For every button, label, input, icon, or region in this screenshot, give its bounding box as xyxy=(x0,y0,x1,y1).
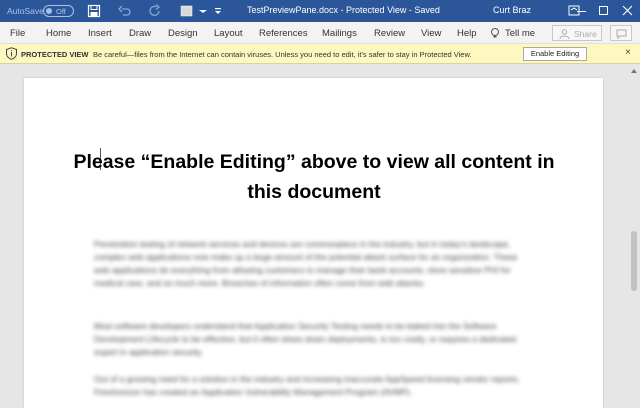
protected-view-title: PROTECTED VIEW xyxy=(21,50,89,59)
tab-design[interactable]: Design xyxy=(168,28,198,39)
redo-icon[interactable] xyxy=(148,4,162,18)
lightbulb-icon xyxy=(491,28,499,38)
enable-editing-button[interactable]: Enable Editing xyxy=(523,47,587,61)
close-window-icon[interactable] xyxy=(620,2,636,20)
shield-info-icon xyxy=(6,47,17,60)
close-icon[interactable]: × xyxy=(625,47,631,58)
tab-file[interactable]: File xyxy=(10,28,25,39)
tab-references[interactable]: References xyxy=(259,28,308,39)
protected-view-message: Be careful—files from the Internet can c… xyxy=(93,50,472,59)
tab-review[interactable]: Review xyxy=(374,28,405,39)
tab-insert[interactable]: Insert xyxy=(88,28,112,39)
tab-home[interactable]: Home xyxy=(46,28,71,39)
title-bar: AutoSave Off TestPreviewPane.docx - Prot… xyxy=(0,0,640,22)
document-page[interactable]: Please “Enable Editing” above to view al… xyxy=(24,78,603,408)
save-icon[interactable] xyxy=(87,4,101,18)
document-heading: Please “Enable Editing” above to view al… xyxy=(73,151,555,203)
blurred-paragraph-3: Out of a growing need for a solution in … xyxy=(94,374,520,397)
vertical-scrollbar[interactable] xyxy=(628,65,640,404)
autosave-label: AutoSave xyxy=(7,6,44,16)
autosave-state: Off xyxy=(56,7,66,16)
scroll-up-icon[interactable] xyxy=(630,67,638,75)
tab-layout[interactable]: Layout xyxy=(214,28,243,39)
comments-button[interactable] xyxy=(610,25,632,41)
tab-draw[interactable]: Draw xyxy=(129,28,151,39)
blurred-paragraph-2: Most software developers understand that… xyxy=(94,321,517,357)
tab-view[interactable]: View xyxy=(421,28,441,39)
person-icon xyxy=(559,29,570,39)
tab-help[interactable]: Help xyxy=(457,28,477,39)
user-name[interactable]: Curt Braz xyxy=(493,5,531,15)
share-button[interactable]: Share xyxy=(552,25,602,41)
share-label: Share xyxy=(574,29,597,39)
undo-icon[interactable] xyxy=(118,4,132,18)
ribbon-tabs: File Home Insert Draw Design Layout Refe… xyxy=(0,22,640,44)
customize-toolbar-icon[interactable] xyxy=(211,4,225,18)
chevron-down-icon[interactable] xyxy=(196,4,210,18)
comment-icon xyxy=(616,29,627,39)
scroll-thumb[interactable] xyxy=(631,231,637,291)
document-title: TestPreviewPane.docx - Protected View - … xyxy=(247,5,440,15)
font-color-swatch-icon[interactable] xyxy=(180,4,194,18)
blurred-paragraph-1: Penetration testing of network services … xyxy=(94,239,518,288)
autosave-toggle[interactable]: Off xyxy=(43,5,74,17)
tell-me-search[interactable]: Tell me xyxy=(505,28,535,39)
minimize-icon[interactable] xyxy=(574,2,590,20)
maximize-icon[interactable] xyxy=(596,2,612,20)
protected-view-bar: PROTECTED VIEW Be careful—files from the… xyxy=(0,44,640,64)
document-canvas: Please “Enable Editing” above to view al… xyxy=(0,65,640,408)
toggle-knob xyxy=(46,8,52,14)
tab-mailings[interactable]: Mailings xyxy=(322,28,357,39)
